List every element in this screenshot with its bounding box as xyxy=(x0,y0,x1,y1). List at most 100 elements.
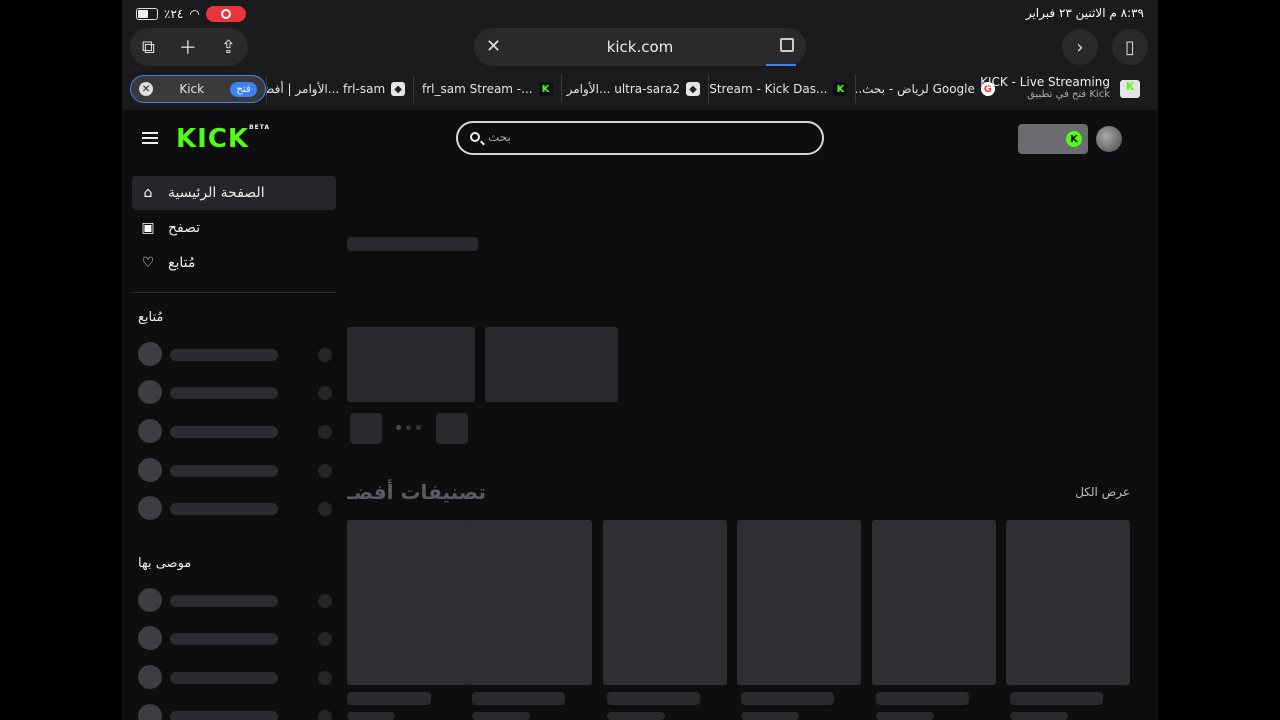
category-card[interactable] xyxy=(468,520,592,685)
url-text[interactable]: kick.com xyxy=(474,38,806,56)
skeleton-line xyxy=(741,712,799,720)
skeleton-avatar xyxy=(138,458,162,482)
skeleton-featured-card xyxy=(485,327,618,402)
banner-title: KICK - Live Streaming xyxy=(980,75,1110,89)
hamburger-menu-icon[interactable] xyxy=(142,132,158,144)
tab-frl-sam-commands[interactable]: الأوامر | أفضـ... frl-sam ◆ xyxy=(265,75,413,103)
skeleton-line xyxy=(607,692,700,705)
skeleton-avatar xyxy=(138,342,162,366)
carousel-dots xyxy=(396,425,421,430)
category-card[interactable] xyxy=(872,520,996,685)
skeleton-avatar xyxy=(138,496,162,520)
skeleton-line xyxy=(607,712,665,720)
open-button[interactable]: فتح xyxy=(230,81,257,97)
tabs-overview-icon[interactable]: ⧉ xyxy=(142,37,155,58)
skeleton-avatar xyxy=(138,419,162,443)
share-icon[interactable]: ⇪ xyxy=(221,37,236,58)
carousel-prev-button[interactable] xyxy=(350,413,382,444)
sidebar-toggle-button[interactable]: ▯ xyxy=(1112,29,1148,65)
sidebar-item-label: مُتابع xyxy=(168,255,196,271)
category-card[interactable] xyxy=(347,520,471,685)
user-kicks-button[interactable]: K xyxy=(1018,124,1088,154)
bot-icon: ◆ xyxy=(391,82,406,96)
list-item xyxy=(138,380,332,404)
list-item xyxy=(138,704,332,720)
app-banner[interactable]: K KICK - Live Streaming فتح في تطبيق Kic… xyxy=(980,75,1150,103)
list-item xyxy=(138,419,332,443)
search-icon xyxy=(470,132,480,142)
skeleton-dot xyxy=(318,464,332,478)
carousel-dot[interactable] xyxy=(396,425,401,430)
skeleton-dot xyxy=(318,425,332,439)
reader-mode-icon[interactable] xyxy=(780,38,794,52)
sidebar-icon: ▯ xyxy=(1125,36,1135,58)
carousel-dot[interactable] xyxy=(406,425,411,430)
categories-title: تصنيفات أفضـ xyxy=(347,480,487,504)
skeleton-avatar xyxy=(138,665,162,689)
skeleton-line xyxy=(472,692,565,705)
skeleton-line xyxy=(170,387,278,399)
forward-button[interactable]: › xyxy=(1062,29,1098,65)
home-icon: ⌂ xyxy=(143,185,153,201)
screen-record-indicator[interactable] xyxy=(205,6,246,22)
tab-frl-sam-stream[interactable]: frl_sam Stream -... K xyxy=(413,75,560,103)
chevron-right-icon: › xyxy=(1076,36,1084,58)
banner-subtitle: فتح في تطبيق Kick xyxy=(1027,89,1110,100)
list-item xyxy=(138,626,332,650)
kick-icon: K xyxy=(538,82,553,96)
recommended-heading: موصى بها xyxy=(138,556,192,571)
skeleton-avatar xyxy=(138,626,162,650)
skeleton-title xyxy=(347,237,478,251)
tab-bar: K KICK - Live Streaming فتح في تطبيق Kic… xyxy=(130,74,1150,104)
carousel-dot[interactable] xyxy=(416,425,421,430)
browser-chrome: ٪٢٤ ◠ ٨:٣٩ م الاثنين ٢٣ فبراير ⧉ ＋ ⇪ ✕ k… xyxy=(122,0,1158,110)
tab-ultra-sara2[interactable]: الأوامر | أ... ultra-sara2 ◆ xyxy=(560,75,708,103)
category-card[interactable] xyxy=(603,520,727,685)
skeleton-line xyxy=(170,711,278,720)
tab-title: ...لرياض - بحث Google xyxy=(856,82,975,96)
view-all-link[interactable]: عرض الكل xyxy=(1075,485,1130,499)
browser-toolbar-left: ⧉ ＋ ⇪ xyxy=(130,28,248,66)
skeleton-line xyxy=(170,426,278,438)
kick-icon: K xyxy=(833,82,848,96)
tab-title: الأوامر | أفضـ... frl-sam xyxy=(265,82,386,96)
skeleton-line xyxy=(170,595,278,607)
new-tab-icon[interactable]: ＋ xyxy=(179,34,197,60)
sidebar-item-label: تصفح xyxy=(168,220,201,236)
sidebar-item-following[interactable]: ♡ مُتابع xyxy=(132,246,336,280)
close-icon[interactable]: ✕ xyxy=(486,36,501,57)
tab-title: Stream - Kick Das... xyxy=(709,82,828,96)
sidebar-divider xyxy=(132,292,336,293)
close-tab-icon[interactable]: ✕ xyxy=(139,82,154,96)
status-bar: ٪٢٤ ◠ ٨:٣٩ م الاثنين ٢٣ فبراير xyxy=(122,0,1158,28)
sidebar-item-home[interactable]: ⌂ الصفحة الرئيسية xyxy=(132,176,336,210)
skeleton-dot xyxy=(318,632,332,646)
carousel-next-button[interactable] xyxy=(436,413,468,444)
tab-kick-active[interactable]: ✕ Kick فتح xyxy=(130,75,266,103)
category-card[interactable] xyxy=(1006,520,1130,685)
sidebar-item-browse[interactable]: ▣ تصفح xyxy=(132,211,336,245)
search-input[interactable]: بحث xyxy=(456,121,824,155)
battery-percent: ٪٢٤ xyxy=(164,7,184,21)
avatar[interactable] xyxy=(1096,126,1122,152)
skeleton-line xyxy=(347,692,431,705)
skeleton-line xyxy=(170,672,278,684)
skeleton-line xyxy=(472,712,530,720)
beta-badge: BETA xyxy=(249,124,271,131)
record-icon xyxy=(220,9,231,19)
skeleton-dot xyxy=(318,502,332,516)
skeleton-line xyxy=(170,633,278,645)
tab-title: Kick xyxy=(179,82,205,96)
tab-kick-dashboard[interactable]: Stream - Kick Das... K xyxy=(708,75,855,103)
skeleton-avatar xyxy=(138,704,162,720)
heart-icon: ♡ xyxy=(141,255,155,271)
kick-coin-icon: K xyxy=(1066,131,1082,147)
status-left: ٪٢٤ ◠ xyxy=(136,6,246,22)
category-card[interactable] xyxy=(737,520,861,685)
skeleton-avatar xyxy=(138,588,162,612)
load-progress xyxy=(766,64,796,66)
address-bar[interactable]: ✕ kick.com xyxy=(474,28,806,66)
list-item xyxy=(138,342,332,366)
kick-logo[interactable]: KICKBETA xyxy=(176,124,270,154)
skeleton-dot xyxy=(318,594,332,608)
